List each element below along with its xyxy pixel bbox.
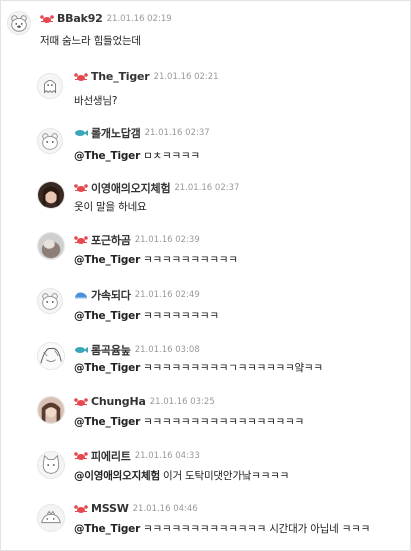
- cat-icon: [38, 452, 64, 478]
- profile-photo-icon: [38, 397, 64, 423]
- bear-icon: [38, 289, 62, 313]
- comment-author[interactable]: MSSW: [91, 502, 129, 515]
- comment-author[interactable]: BBak92: [57, 12, 103, 25]
- comment-text: 바선생님?: [74, 93, 117, 108]
- avatar[interactable]: [37, 342, 65, 370]
- comment-date: 21.01.16 04:46: [132, 503, 198, 514]
- sketch-avatar-icon: [38, 343, 64, 369]
- crab-icon: [74, 504, 88, 514]
- mention-link[interactable]: @The_Tiger: [74, 254, 140, 266]
- comment-body: ㅋㅋㅋㅋㅋㅋㅋㅋㅋㅋ: [143, 254, 238, 266]
- crab-icon: [74, 183, 88, 193]
- comment-date: 21.01.16 04:33: [134, 451, 200, 461]
- comment-author[interactable]: ChungHa: [91, 395, 146, 408]
- comment-text: @The_Tiger ㅁㅊㅋㅋㅋㅋ: [74, 148, 200, 163]
- comment-text: @The_Tiger ㅋㅋㅋㅋㅋㅋㅋㅋㅋㅋㅋㅋㅋ 시간대가 아닙네 ㅋㅋㅋ: [74, 521, 370, 536]
- crab-icon: [74, 235, 88, 245]
- comment-body: ㅋㅋㅋㅋㅋㅋㅋㅋㅋㅋㅋㅋㅋㅋㅋㅋㅋ: [143, 416, 304, 428]
- fish-icon: [74, 345, 88, 355]
- avatar[interactable]: [37, 73, 63, 99]
- comment-date: 21.01.16 02:21: [153, 71, 219, 82]
- reply-item: 롤개노답갬 21.01.16 02:37 @The_Tiger ㅁㅊㅋㅋㅋㅋ: [37, 124, 407, 164]
- crab-icon: [74, 72, 88, 82]
- dino-icon: [38, 505, 64, 531]
- comment-body: 옷이 말을 하네요: [74, 201, 147, 213]
- reply-item: The_Tiger 21.01.16 02:21 바선생님?: [37, 69, 407, 109]
- reply-item: 이영애의오지체험 21.01.16 02:37 옷이 말을 하네요: [37, 179, 407, 219]
- comment-item: BBak92 21.01.16 02:19 저때 숨느라 힘들었는데: [7, 11, 407, 51]
- avatar[interactable]: [37, 181, 65, 209]
- comment-text: @이영애의오지체험 이거 도탁미댓안가낰ㅋㅋㅋㅋ: [74, 468, 289, 483]
- profile-photo-icon: [38, 233, 64, 259]
- crab-icon: [74, 397, 88, 407]
- comment-author[interactable]: 롬곡윰눞: [91, 342, 131, 358]
- mention-link[interactable]: @The_Tiger: [74, 523, 140, 535]
- reply-item: 가속되다 21.01.16 02:49 @The_Tiger ㅋㅋㅋㅋㅋㅋㅋㅋ: [37, 286, 407, 326]
- reply-item: MSSW 21.01.16 04:46 @The_Tiger ㅋㅋㅋㅋㅋㅋㅋㅋㅋㅋ…: [37, 501, 409, 541]
- comment-date: 21.01.16 02:37: [144, 128, 210, 138]
- mention-link[interactable]: @The_Tiger: [74, 150, 140, 162]
- comment-date: 21.01.16 02:19: [106, 13, 172, 24]
- comment-date: 21.01.16 02:49: [134, 290, 200, 300]
- mention-link[interactable]: @이영애의오지체험: [74, 470, 160, 482]
- comment-text: 저때 숨느라 힘들었는데: [40, 33, 141, 48]
- mention-link[interactable]: @The_Tiger: [74, 362, 140, 374]
- comment-body: 이거 도탁미댓안가낰ㅋㅋㅋㅋ: [162, 470, 290, 482]
- avatar[interactable]: [37, 396, 65, 424]
- comment-text: @The_Tiger ㅋㅋㅋㅋㅋㅋㅋㅋㅋㅋ: [74, 252, 238, 267]
- reply-item: 피에리트 21.01.16 04:33 @이영애의오지체험 이거 도탁미댓안가낰ㅋ…: [37, 447, 407, 487]
- mention-link[interactable]: @The_Tiger: [74, 310, 140, 322]
- comment-text: @The_Tiger ㅋㅋㅋㅋㅋㅋㅋㅋㅋㄱㅋㅋㅋㅋㅋㅋ얔ㅋㅋ: [74, 360, 323, 375]
- avatar[interactable]: [37, 288, 63, 314]
- comment-body: ㅋㅋㅋㅋㅋㅋㅋㅋㅋㄱㅋㅋㅋㅋㅋㅋ얔ㅋㅋ: [143, 362, 323, 374]
- reply-item: ChungHa 21.01.16 03:25 @The_Tiger ㅋㅋㅋㅋㅋㅋㅋ…: [37, 394, 407, 434]
- comment-body: 저때 숨느라 힘들었는데: [40, 35, 141, 47]
- comment-date: 21.01.16 03:08: [134, 345, 200, 355]
- comment-date: 21.01.16 02:37: [174, 183, 240, 193]
- avatar[interactable]: [7, 11, 31, 35]
- ghost-icon: [38, 74, 62, 98]
- comment-text: @The_Tiger ㅋㅋㅋㅋㅋㅋㅋㅋ: [74, 308, 219, 323]
- comment-date: 21.01.16 03:25: [149, 396, 215, 407]
- avatar[interactable]: [37, 232, 65, 260]
- comment-author[interactable]: 가속되다: [91, 287, 131, 303]
- comment-author[interactable]: 피에리트: [91, 448, 131, 464]
- bear-icon: [38, 129, 62, 153]
- comment-date: 21.01.16 02:39: [134, 235, 200, 245]
- bear-icon: [8, 12, 30, 34]
- comment-text: @The_Tiger ㅋㅋㅋㅋㅋㅋㅋㅋㅋㅋㅋㅋㅋㅋㅋㅋㅋ: [74, 414, 304, 429]
- avatar[interactable]: [37, 128, 63, 154]
- whale-icon: [74, 290, 88, 300]
- crab-icon: [74, 451, 88, 461]
- comment-body: 바선생님?: [74, 95, 118, 107]
- avatar[interactable]: [37, 504, 65, 532]
- reply-item: 포근하곰 21.01.16 02:39 @The_Tiger ㅋㅋㅋㅋㅋㅋㅋㅋㅋㅋ: [37, 231, 407, 271]
- profile-photo-icon: [38, 182, 64, 208]
- mention-link[interactable]: @The_Tiger: [74, 416, 140, 428]
- avatar[interactable]: [37, 451, 65, 479]
- reply-item: 롬곡윰눞 21.01.16 03:08 @The_Tiger ㅋㅋㅋㅋㅋㅋㅋㅋㅋㄱ…: [37, 341, 407, 381]
- comment-text: 옷이 말을 하네요: [74, 199, 147, 214]
- comment-author[interactable]: 포근하곰: [91, 232, 131, 248]
- crab-icon: [40, 14, 54, 24]
- comment-author[interactable]: 이영애의오지체험: [91, 180, 171, 196]
- comment-thread: BBak92 21.01.16 02:19 저때 숨느라 힘들었는데 The_T…: [0, 0, 411, 551]
- fish-icon: [74, 128, 88, 138]
- comment-body: ㅋㅋㅋㅋㅋㅋㅋㅋ: [143, 310, 219, 322]
- comment-author[interactable]: 롤개노답갬: [91, 125, 141, 141]
- comment-body: ㅋㅋㅋㅋㅋㅋㅋㅋㅋㅋㅋㅋㅋ 시간대가 아닙네 ㅋㅋㅋ: [143, 523, 371, 535]
- comment-author[interactable]: The_Tiger: [91, 70, 150, 83]
- comment-body: ㅁㅊㅋㅋㅋㅋ: [143, 150, 200, 162]
